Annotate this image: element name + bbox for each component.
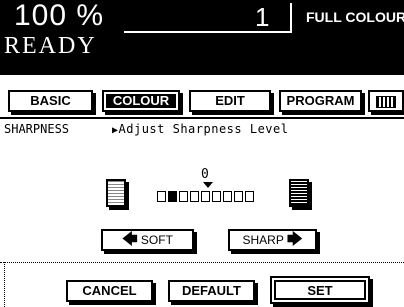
soft-button[interactable]: 🡄 SOFT xyxy=(101,229,194,251)
copy-count: 1 xyxy=(255,2,270,32)
set-label: SET xyxy=(274,280,366,300)
scale-step xyxy=(234,191,243,202)
soft-document-icon xyxy=(106,179,126,207)
soft-label: SOFT xyxy=(140,233,173,247)
left-arrow-icon: 🡄 xyxy=(122,231,138,248)
tab-program[interactable]: PROGRAM xyxy=(279,90,362,112)
status-bar: 100 % 1 FULL COLOUR READY xyxy=(0,0,404,75)
default-button[interactable]: DEFAULT xyxy=(168,280,255,302)
scale-step xyxy=(223,191,232,202)
sharp-document-icon xyxy=(289,179,309,207)
scale-step xyxy=(212,191,221,202)
scale-step xyxy=(179,191,188,202)
footer-divider xyxy=(0,262,404,263)
tab-edit[interactable]: EDIT xyxy=(189,90,271,112)
menu-icon xyxy=(376,96,396,108)
tab-divider xyxy=(0,117,404,119)
right-arrow-icon: 🡆 xyxy=(286,231,303,248)
panel-instruction-row: ▶Adjust Sharpness Level xyxy=(112,122,288,136)
tab-menu[interactable] xyxy=(368,90,404,112)
tab-bar: BASIC COLOUR EDIT PROGRAM xyxy=(0,90,404,116)
scale-step xyxy=(168,191,177,202)
footer-left-edge xyxy=(4,262,5,307)
level-value: 0 xyxy=(201,167,209,182)
level-pointer-icon xyxy=(203,182,213,188)
sharp-label: SHARP xyxy=(242,233,284,247)
tab-colour[interactable]: COLOUR xyxy=(102,90,180,112)
panel-title: SHARPNESS xyxy=(4,122,70,136)
scale-step xyxy=(201,191,210,202)
set-button[interactable]: SET xyxy=(270,276,370,304)
cancel-button[interactable]: CANCEL xyxy=(66,280,153,302)
sharp-button[interactable]: SHARP 🡆 xyxy=(228,229,317,251)
colour-mode: FULL COLOUR xyxy=(306,9,404,25)
panel-instruction: Adjust Sharpness Level xyxy=(118,122,289,136)
scale-step xyxy=(190,191,199,202)
scale-step xyxy=(157,191,166,202)
zoom-ratio: 100 % xyxy=(14,0,105,32)
sharpness-scale[interactable] xyxy=(157,191,254,203)
scale-step xyxy=(245,191,254,202)
tab-basic[interactable]: BASIC xyxy=(8,90,93,112)
machine-state: READY xyxy=(4,33,97,59)
